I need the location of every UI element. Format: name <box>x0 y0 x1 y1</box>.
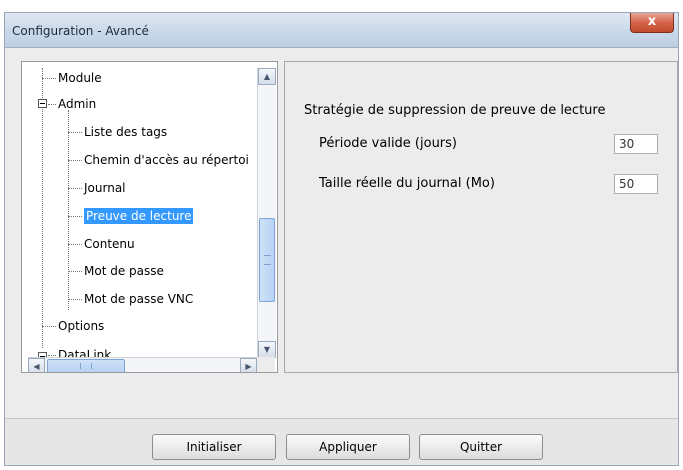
tree-item-mot-de-passe[interactable]: Mot de passe <box>68 261 164 281</box>
scroll-left-button[interactable]: ◀ <box>28 358 45 372</box>
collapse-icon[interactable] <box>38 99 47 108</box>
scroll-up-button[interactable]: ▲ <box>258 68 276 85</box>
tree-item-label: Preuve de lecture <box>84 208 194 224</box>
scroll-right-button[interactable]: ▶ <box>240 358 257 372</box>
vertical-scrollbar[interactable]: ▲ ▼ <box>257 68 276 358</box>
scrollbar-corner <box>257 357 275 372</box>
tree-guide-root <box>42 68 43 348</box>
settings-tree: Module Admin Liste des tags Chemin d'acc… <box>21 61 278 373</box>
tree-item-journal[interactable]: Journal <box>68 178 126 198</box>
tree-item-label: Mot de passe VNC <box>84 292 194 306</box>
tree-item-chemin-acces[interactable]: Chemin d'accès au répertoi <box>68 150 249 170</box>
tree-item-preuve-de-lecture[interactable]: Preuve de lecture <box>68 206 194 226</box>
arrow-up-icon: ▲ <box>263 72 271 81</box>
log-size-label: Taille réelle du journal (Mo) <box>319 176 495 191</box>
scroll-down-button[interactable]: ▼ <box>258 341 276 358</box>
tree-item-label: Mot de passe <box>84 264 164 278</box>
tree-item-label: Liste des tags <box>84 125 168 139</box>
close-button[interactable]: x <box>630 13 674 33</box>
tree-item-module[interactable]: Module <box>42 68 102 88</box>
tree-item-label: Journal <box>84 181 126 195</box>
vertical-scroll-thumb[interactable] <box>259 218 275 302</box>
arrow-down-icon: ▼ <box>263 345 271 354</box>
tree-item-label: Module <box>58 71 102 85</box>
horizontal-scroll-thumb[interactable] <box>47 359 125 372</box>
grip-icon <box>80 363 92 369</box>
tree-item-admin[interactable]: Admin <box>48 94 96 114</box>
tree-item-liste-des-tags[interactable]: Liste des tags <box>68 122 167 142</box>
reset-button[interactable]: Initialiser <box>152 434 276 460</box>
quit-button[interactable]: Quitter <box>419 434 543 460</box>
tree-item-mot-de-passe-vnc[interactable]: Mot de passe VNC <box>68 289 193 309</box>
button-bar: Initialiser Appliquer Quitter <box>5 419 678 465</box>
valid-period-label: Période valide (jours) <box>319 136 457 151</box>
apply-button[interactable]: Appliquer <box>286 434 410 460</box>
tree-item-options[interactable]: Options <box>42 316 104 336</box>
settings-panel: Stratégie de suppression de preuve de le… <box>284 61 678 373</box>
title-bar[interactable]: Configuration - Avancé x <box>5 13 678 48</box>
tree-item-contenu[interactable]: Contenu <box>68 234 135 254</box>
section-title: Stratégie de suppression de preuve de le… <box>304 103 606 118</box>
valid-period-input[interactable] <box>614 134 658 154</box>
log-size-input[interactable] <box>614 174 658 194</box>
tree-item-datalink[interactable]: DataLink <box>48 345 111 357</box>
tree-item-label: Chemin d'accès au répertoi <box>84 153 249 167</box>
arrow-right-icon: ▶ <box>245 362 252 371</box>
horizontal-scrollbar[interactable]: ◀ ▶ <box>28 357 257 372</box>
arrow-left-icon: ◀ <box>33 362 40 371</box>
tree-item-label: Admin <box>58 97 97 111</box>
window-title: Configuration - Avancé <box>12 24 149 38</box>
grip-icon <box>264 255 271 265</box>
tree-item-label: Contenu <box>84 237 135 251</box>
close-icon: x <box>647 14 657 29</box>
tree-item-label: DataLink <box>58 348 112 357</box>
tree-item-label: Options <box>58 319 105 333</box>
config-dialog: Configuration - Avancé x Module Admin Li… <box>4 12 679 466</box>
